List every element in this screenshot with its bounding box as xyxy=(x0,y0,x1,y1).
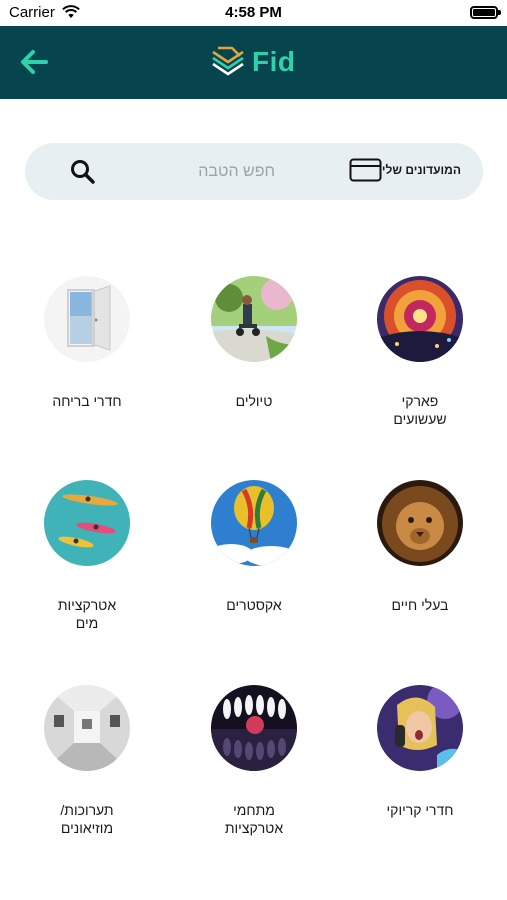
category-label: מתחמי אטרקציות xyxy=(224,802,284,836)
logo-text: Fid xyxy=(252,46,296,77)
category-trips[interactable]: טיולים xyxy=(184,276,324,410)
category-karaoke-rooms[interactable]: חדרי קריוקי xyxy=(350,685,490,819)
category-label: חדרי בריחה xyxy=(52,393,122,409)
search-bar: המועדונים שלי xyxy=(25,143,483,200)
search-icon[interactable] xyxy=(70,159,96,185)
lion-image xyxy=(377,480,463,566)
credit-card-icon[interactable] xyxy=(349,158,382,182)
category-label: אקסטרים xyxy=(226,597,282,613)
hot-air-balloon-image xyxy=(211,480,297,566)
category-label: בעלי חיים xyxy=(391,597,449,613)
category-animals[interactable]: בעלי חיים xyxy=(350,480,490,614)
my-clubs-label[interactable]: המועדונים שלי xyxy=(382,163,461,177)
category-label: טיולים xyxy=(235,393,273,409)
app-header: Fid xyxy=(0,26,507,99)
status-bar: Carrier 4:58 PM xyxy=(0,0,507,26)
category-label: פארקי שעשועים xyxy=(393,393,447,427)
category-amusement-parks[interactable]: פארקי שעשועים xyxy=(350,276,490,428)
open-door-image xyxy=(44,276,130,362)
status-time: 4:58 PM xyxy=(225,4,282,21)
app-logo: Fid xyxy=(210,42,296,82)
bowling-image xyxy=(211,685,297,771)
category-attraction-complexes[interactable]: מתחמי אטרקציות xyxy=(184,685,324,837)
segway-trip-image xyxy=(211,276,297,362)
kayaks-image xyxy=(44,480,130,566)
category-extreme[interactable]: אקסטרים xyxy=(184,480,324,614)
category-exhibitions-museums[interactable]: תערוכות/ מוזיאונים xyxy=(17,685,157,837)
back-arrow-icon[interactable] xyxy=(16,46,52,78)
category-label: אטרקציות מים xyxy=(57,597,117,631)
battery-icon xyxy=(470,6,501,19)
amusement-park-image xyxy=(377,276,463,362)
singing-woman-image xyxy=(377,685,463,771)
category-label: תערוכות/ מוזיאונים xyxy=(60,802,114,836)
logo-mark-icon xyxy=(212,46,244,76)
gallery-image xyxy=(44,685,130,771)
category-escape-rooms[interactable]: חדרי בריחה xyxy=(17,276,157,410)
category-label: חדרי קריוקי xyxy=(386,802,454,818)
category-water-attractions[interactable]: אטרקציות מים xyxy=(17,480,157,632)
search-input[interactable] xyxy=(105,158,275,185)
